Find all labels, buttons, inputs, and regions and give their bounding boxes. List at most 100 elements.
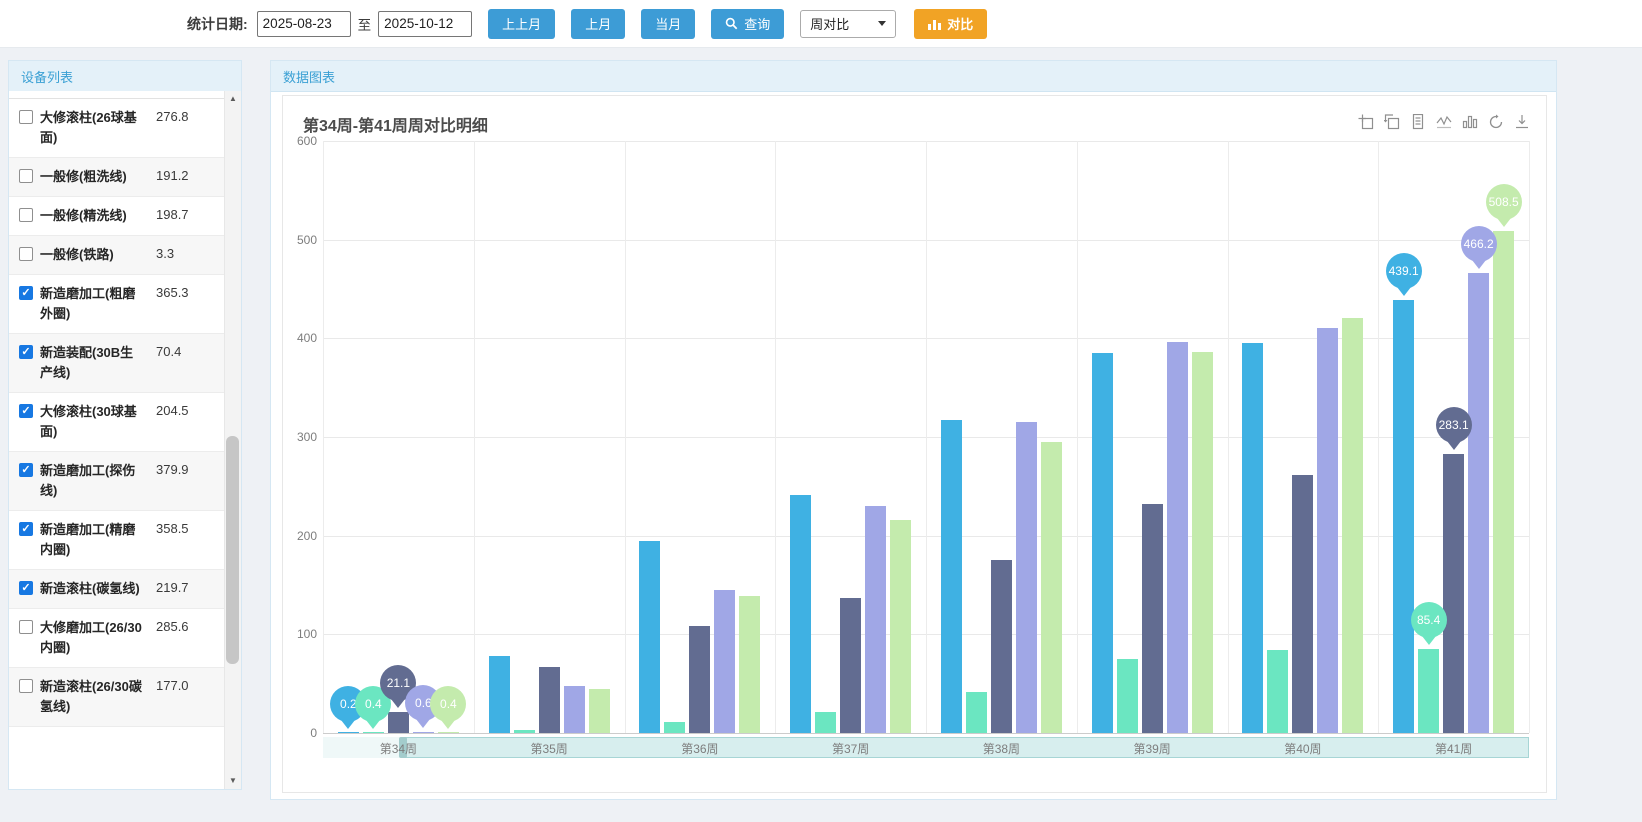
- device-row[interactable]: ✓新造磨加工(探伤线)379.9: [9, 452, 225, 511]
- chart-bar[interactable]: [664, 722, 685, 733]
- data-view-icon[interactable]: [1409, 113, 1426, 130]
- chart-bar[interactable]: [1092, 353, 1113, 733]
- checkbox-checked[interactable]: ✓: [19, 286, 33, 300]
- chart-bar[interactable]: [790, 495, 811, 733]
- vertical-gridline: [926, 141, 927, 733]
- chart-bar[interactable]: [689, 626, 710, 733]
- checkbox-unchecked[interactable]: [19, 208, 33, 222]
- chart-bar[interactable]: [991, 560, 1012, 733]
- device-value: 70.4: [156, 343, 181, 361]
- chart-bar[interactable]: [815, 712, 836, 733]
- checkbox-checked[interactable]: ✓: [19, 463, 33, 477]
- date-from-input[interactable]: [257, 11, 351, 37]
- scroll-up-arrow-icon[interactable]: ▲: [225, 91, 241, 107]
- compare-button[interactable]: 对比: [914, 9, 987, 39]
- x-axis-tick-label: 第40周: [1268, 740, 1338, 757]
- chart-bar[interactable]: [714, 590, 735, 733]
- checkbox-checked[interactable]: ✓: [19, 404, 33, 418]
- device-row[interactable]: 大修滚柱(26球基面)276.8: [9, 99, 225, 158]
- compare-mode-select[interactable]: 周对比: [800, 10, 896, 38]
- chart-bar[interactable]: [1342, 318, 1363, 733]
- checkbox-checked[interactable]: ✓: [19, 522, 33, 536]
- scrollbar-thumb[interactable]: [226, 436, 239, 664]
- prev-prev-month-button[interactable]: 上上月: [488, 9, 555, 39]
- chart-bar[interactable]: [338, 732, 359, 733]
- chart-bar[interactable]: [865, 506, 886, 733]
- chart-bar[interactable]: [489, 656, 510, 733]
- line-chart-icon[interactable]: [1435, 113, 1452, 130]
- chart-bar[interactable]: [1242, 343, 1263, 733]
- device-row[interactable]: ✓ 新造滚柱(碳氢线) 219.7: [9, 570, 225, 609]
- search-icon: [725, 17, 738, 30]
- checkbox-checked[interactable]: ✓: [19, 581, 33, 595]
- value-pin-marker: 283.1: [1436, 407, 1472, 450]
- query-button[interactable]: 查询: [711, 9, 784, 39]
- chart-bar[interactable]: [966, 692, 987, 733]
- y-axis-tick-label: 0: [283, 726, 317, 740]
- current-month-button[interactable]: 当月: [641, 9, 695, 39]
- chart-bar[interactable]: [363, 732, 384, 733]
- restore-icon[interactable]: [1487, 113, 1504, 130]
- device-row[interactable]: ✓大修滚柱(30球基面)204.5: [9, 393, 225, 452]
- y-axis-tick-label: 300: [283, 430, 317, 444]
- chart-bar[interactable]: [1192, 352, 1213, 733]
- pin-value-label: 0.4: [430, 686, 466, 722]
- checkbox-checked[interactable]: ✓: [19, 345, 33, 359]
- checkbox-unchecked[interactable]: [19, 679, 33, 693]
- zoom-reset-icon[interactable]: [1383, 113, 1400, 130]
- device-label: 新造滚柱(碳氢线): [40, 579, 144, 599]
- device-label: 新造装配(30B生产线): [40, 343, 144, 383]
- device-row[interactable]: 一般修(铁路)3.3: [9, 236, 225, 275]
- device-row[interactable]: 新造滚柱(26/30碳氢线)177.0: [9, 668, 225, 727]
- checkbox-unchecked[interactable]: [19, 110, 33, 124]
- checkbox-unchecked[interactable]: [19, 169, 33, 183]
- chart-bar[interactable]: [840, 598, 861, 733]
- chart-bar[interactable]: [1117, 659, 1138, 733]
- bar-chart-toggle-icon[interactable]: [1461, 113, 1478, 130]
- device-value: 219.7: [156, 579, 189, 597]
- compare-mode-value: 周对比: [810, 14, 849, 33]
- chart-bar[interactable]: [514, 730, 535, 733]
- chart-bar[interactable]: [941, 420, 962, 733]
- device-row[interactable]: ✓ 新造装配(30B生产线) 70.4: [9, 334, 225, 393]
- scroll-down-arrow-icon[interactable]: ▼: [225, 773, 241, 789]
- checkbox-unchecked[interactable]: [19, 247, 33, 261]
- chart-bar[interactable]: [1493, 231, 1514, 733]
- device-row[interactable]: 一般修(精洗线)198.7: [9, 197, 225, 236]
- chart-bar[interactable]: [1443, 454, 1464, 733]
- vertical-gridline: [323, 141, 324, 733]
- checkbox-unchecked[interactable]: [19, 620, 33, 634]
- chart-bar[interactable]: [1418, 649, 1439, 733]
- chart-bar[interactable]: [1016, 422, 1037, 733]
- chart-bar[interactable]: [539, 667, 560, 733]
- device-row[interactable]: 一般修(粗洗线)191.2: [9, 158, 225, 197]
- chart-bar[interactable]: [1041, 442, 1062, 733]
- device-row[interactable]: ✓新造磨加工(精磨内圈)358.5: [9, 511, 225, 570]
- chart-bar[interactable]: [1292, 475, 1313, 733]
- chart-bar[interactable]: [890, 520, 911, 733]
- chart-bar[interactable]: [438, 732, 459, 733]
- chart-bar[interactable]: [413, 732, 434, 733]
- chart-bar[interactable]: [564, 686, 585, 733]
- chart-bar[interactable]: [1142, 504, 1163, 733]
- chart-bar[interactable]: [1167, 342, 1188, 733]
- prev-month-button[interactable]: 上月: [571, 9, 625, 39]
- chart-bar[interactable]: [1468, 273, 1489, 733]
- chart-bar[interactable]: [1267, 650, 1288, 733]
- chart-bar[interactable]: [589, 689, 610, 733]
- pin-tail: [341, 720, 355, 729]
- chart-bar[interactable]: [639, 541, 660, 733]
- scrollbar[interactable]: ▲ ▼: [224, 91, 241, 789]
- prev-prev-month-label: 上上月: [502, 14, 541, 33]
- y-axis-tick-label: 600: [283, 134, 317, 148]
- data-zoom-icon[interactable]: [1357, 113, 1374, 130]
- device-row[interactable]: 大修磨加工(26/30内圈)285.6: [9, 609, 225, 668]
- chart-bar[interactable]: [739, 596, 760, 733]
- device-row[interactable]: ✓新造磨加工(粗磨外圈)365.3: [9, 275, 225, 334]
- date-to-input[interactable]: [378, 11, 472, 37]
- current-month-label: 当月: [655, 14, 681, 33]
- chart-bar[interactable]: [1393, 300, 1414, 733]
- download-icon[interactable]: [1513, 113, 1530, 130]
- chart-bar[interactable]: [1317, 328, 1338, 733]
- device-label: 新造磨加工(精磨内圈): [40, 520, 144, 560]
